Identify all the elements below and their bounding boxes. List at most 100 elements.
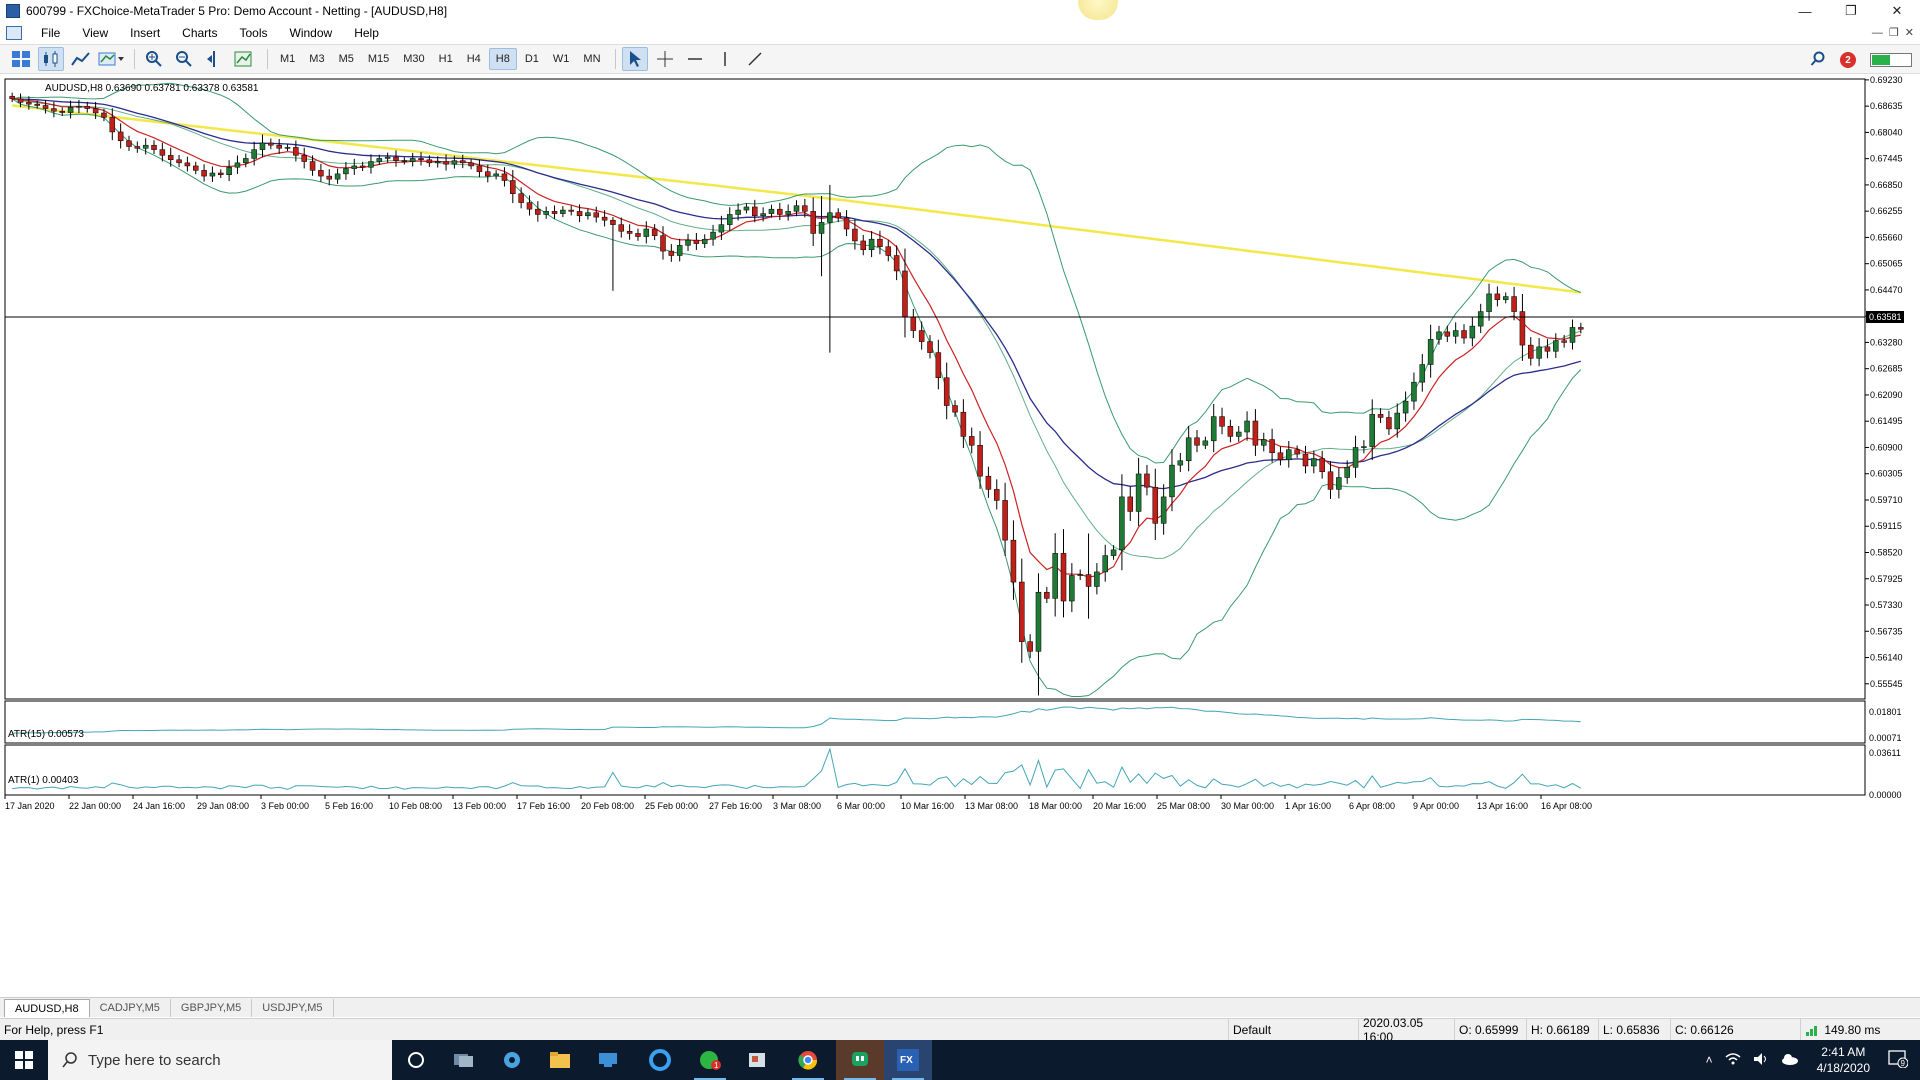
hangouts-app-icon[interactable] xyxy=(836,1040,884,1080)
timeframe-w1[interactable]: W1 xyxy=(547,48,576,70)
menu-insert[interactable]: Insert xyxy=(119,26,171,40)
candle-body xyxy=(1094,571,1100,587)
candle-body xyxy=(251,149,257,159)
zoom-in-icon[interactable] xyxy=(141,47,167,71)
atr1-tick-low: 0.00000 xyxy=(1869,790,1902,800)
candle-body xyxy=(610,219,616,225)
menu-charts[interactable]: Charts xyxy=(171,26,228,40)
mdi-restore-button[interactable]: ❐ xyxy=(1889,26,1899,39)
candle-body xyxy=(1027,641,1033,652)
mdi-close-button[interactable]: ✕ xyxy=(1905,26,1914,39)
candle-body xyxy=(877,238,883,247)
tab-usdjpy-m5[interactable]: USDJPY,M5 xyxy=(252,999,334,1017)
chart-shift-icon[interactable] xyxy=(201,47,227,71)
onedrive-icon[interactable] xyxy=(1775,1053,1805,1068)
candle-body xyxy=(710,231,716,240)
tools-app-icon[interactable] xyxy=(734,1040,782,1080)
search-icon[interactable] xyxy=(1810,51,1826,70)
time-tick-label: 20 Feb 08:00 xyxy=(581,801,634,811)
mdi-minimize-button[interactable]: — xyxy=(1872,27,1883,39)
candle-body xyxy=(1177,460,1184,466)
tab-audusd-h8[interactable]: AUDUSD,H8 xyxy=(4,999,90,1017)
edge-browser-icon[interactable] xyxy=(636,1040,684,1080)
restore-button[interactable]: ❐ xyxy=(1828,0,1874,22)
time-tick-label: 10 Feb 08:00 xyxy=(389,801,442,811)
close-button[interactable]: ✕ xyxy=(1874,0,1920,22)
whatsapp-icon[interactable]: 1 xyxy=(686,1040,734,1080)
menu-tools[interactable]: Tools xyxy=(229,26,279,40)
vertical-line-icon[interactable] xyxy=(712,47,738,71)
chart-canvas[interactable]: 0.69230 0.68635 0.68040 0.67445 0.66850 0.662… xyxy=(0,75,1920,997)
autoscroll-icon[interactable] xyxy=(231,47,257,71)
indicators-icon[interactable] xyxy=(98,47,124,71)
status-profile: Default xyxy=(1228,1019,1358,1041)
candle-body xyxy=(1102,555,1108,573)
time-tick-label: 13 Apr 16:00 xyxy=(1477,801,1528,811)
messaging-app-icon[interactable] xyxy=(584,1040,632,1080)
minimize-button[interactable]: — xyxy=(1782,0,1828,22)
candle-body xyxy=(126,140,132,147)
candle-body xyxy=(384,156,391,159)
line-chart-icon[interactable] xyxy=(68,47,94,71)
candle-body xyxy=(1185,437,1192,461)
chart-window[interactable]: 0.69230 0.68635 0.68040 0.67445 0.66850 0.662… xyxy=(0,75,1920,997)
candle-body xyxy=(1327,471,1334,490)
trendline-icon[interactable] xyxy=(742,47,768,71)
timeframe-m5[interactable]: M5 xyxy=(333,48,360,70)
candle-body xyxy=(326,175,332,180)
timeframe-m30[interactable]: M30 xyxy=(397,48,430,70)
menu-file[interactable]: File xyxy=(30,26,71,40)
notifications-badge[interactable]: 2 xyxy=(1840,52,1856,68)
clock-time: 2:41 AM xyxy=(1821,1045,1866,1059)
new-chart-icon[interactable] xyxy=(8,47,34,71)
time-tick-label: 6 Apr 08:00 xyxy=(1349,801,1395,811)
timeframe-h1[interactable]: H1 xyxy=(433,48,459,70)
start-button[interactable] xyxy=(0,1040,48,1080)
file-explorer-icon[interactable] xyxy=(536,1040,584,1080)
candle-body xyxy=(1160,496,1167,524)
wifi-icon[interactable] xyxy=(1719,1052,1747,1069)
menu-window[interactable]: Window xyxy=(279,26,344,40)
candle-body xyxy=(1269,439,1275,454)
candle-body xyxy=(1477,311,1484,327)
status-open: O: 0.65999 xyxy=(1454,1019,1526,1041)
taskbar-search-box[interactable]: Type here to search xyxy=(48,1040,392,1080)
svg-text:1: 1 xyxy=(714,1061,719,1070)
chrome-browser-icon[interactable] xyxy=(784,1040,832,1080)
crosshair-icon[interactable] xyxy=(652,47,678,71)
candle-body xyxy=(1169,464,1175,498)
zoom-out-icon[interactable] xyxy=(171,47,197,71)
candle-body xyxy=(268,142,274,146)
cursor-icon[interactable] xyxy=(621,47,648,71)
candle-body xyxy=(1336,477,1342,490)
show-hidden-icons-icon[interactable]: ˄ xyxy=(1700,1053,1719,1067)
timeframe-mn[interactable]: MN xyxy=(577,48,606,70)
menu-help[interactable]: Help xyxy=(343,26,390,40)
taskbar-clock[interactable]: 2:41 AM 4/18/2020 xyxy=(1805,1044,1882,1076)
timeframe-h8[interactable]: H8 xyxy=(488,48,517,70)
tab-gbpjpy-m5[interactable]: GBPJPY,M5 xyxy=(171,999,253,1017)
candle-body xyxy=(1578,327,1584,330)
time-tick-label: 17 Feb 16:00 xyxy=(517,801,570,811)
tab-cadjpy-m5[interactable]: CADJPY,M5 xyxy=(90,999,171,1017)
action-center-icon[interactable]: 9 xyxy=(1882,1049,1920,1071)
candle-body xyxy=(1319,458,1325,472)
fxchoice-app-icon[interactable]: FX xyxy=(884,1040,932,1080)
timeframe-d1[interactable]: D1 xyxy=(519,48,545,70)
menu-view[interactable]: View xyxy=(71,26,119,40)
cortana-icon[interactable] xyxy=(392,1040,440,1080)
task-view-icon[interactable] xyxy=(440,1040,488,1080)
horizontal-line-icon[interactable] xyxy=(682,47,708,71)
timeframe-m3[interactable]: M3 xyxy=(303,48,330,70)
candle-body xyxy=(1044,591,1050,599)
timeframe-h4[interactable]: H4 xyxy=(461,48,487,70)
candlestick-chart-icon[interactable] xyxy=(38,47,64,71)
timeframe-m15[interactable]: M15 xyxy=(362,48,395,70)
timeframe-m1[interactable]: M1 xyxy=(274,48,301,70)
candle-body xyxy=(359,165,366,168)
candle-body xyxy=(1528,344,1534,359)
candle-body xyxy=(1444,331,1451,337)
volume-icon[interactable] xyxy=(1747,1052,1775,1069)
candle-body xyxy=(67,106,74,113)
settings-app-icon[interactable] xyxy=(488,1040,536,1080)
